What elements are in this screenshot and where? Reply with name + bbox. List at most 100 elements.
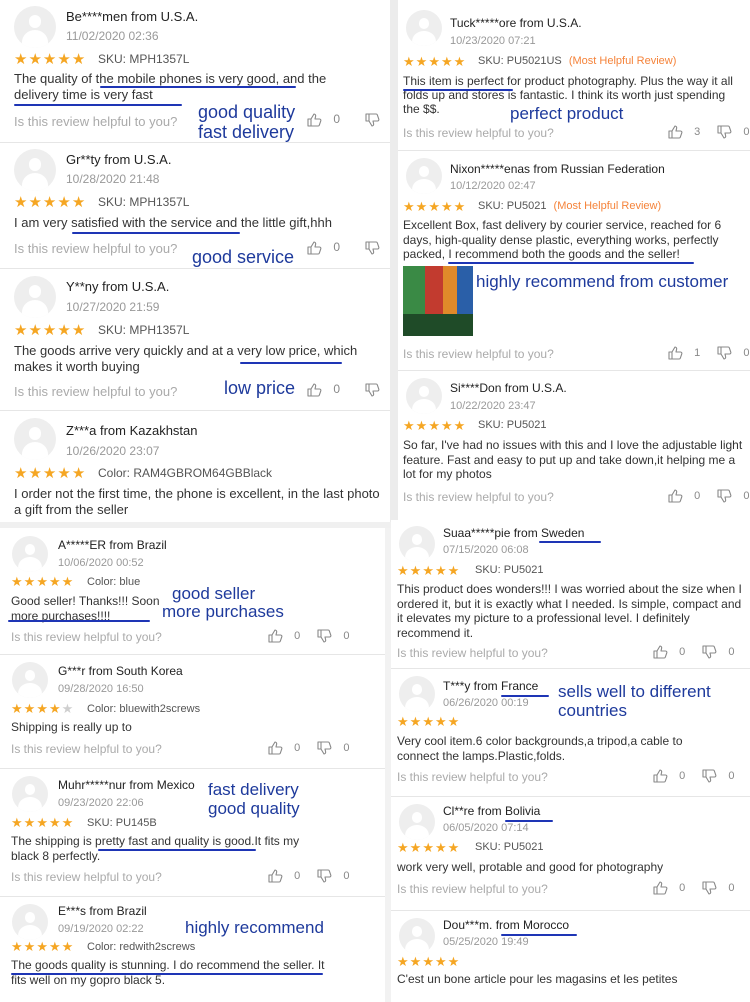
annotation: countries: [558, 701, 627, 720]
thumbs-up-icon[interactable]: [268, 869, 283, 883]
star-icon: ★: [42, 51, 58, 68]
review-text: work very well, protable and good for ph…: [397, 860, 664, 874]
thumbs-up-icon[interactable]: [653, 769, 668, 783]
sku-label: Color: blue: [87, 576, 141, 588]
sku-label: SKU: PU145B: [87, 817, 157, 829]
thumbs-down-icon[interactable]: [702, 881, 717, 895]
helpful-votes: 0 0: [268, 629, 349, 643]
thumbs-down-icon[interactable]: [702, 769, 717, 783]
thumbs-up-icon[interactable]: [653, 645, 668, 659]
helpful-prompt: Is this review helpful to you?: [397, 646, 548, 660]
divider: [0, 654, 385, 655]
helpful-votes: 1 0: [668, 346, 749, 360]
star-icon: ★: [14, 51, 29, 68]
thumbs-up-icon[interactable]: [653, 881, 668, 895]
review-date: 10/28/2020 21:48: [66, 172, 160, 186]
thumbs-up-icon[interactable]: [268, 741, 283, 755]
star-icon: ★: [440, 199, 454, 214]
thumbs-down-icon[interactable]: [365, 113, 380, 127]
star-icon: ★: [428, 199, 441, 214]
thumbs-down-icon[interactable]: [365, 241, 380, 255]
star-icon: ★: [71, 465, 87, 482]
helpful-prompt: Is this review helpful to you?: [11, 630, 162, 644]
thumbs-up-icon[interactable]: [307, 383, 322, 397]
sku-label: SKU: MPH1357L: [98, 195, 190, 209]
thumbs-down-icon[interactable]: [365, 383, 380, 397]
thumbs-up-icon[interactable]: [668, 125, 683, 139]
review-date: 07/15/2020 06:08: [443, 544, 529, 556]
star-rating: ★★★★★: [397, 714, 460, 730]
divider: [398, 370, 750, 371]
reviewer-name: G***r from South Korea: [58, 664, 183, 678]
reviewer-name: Suaa*****pie from Sweden: [443, 526, 585, 540]
star-icon: ★: [428, 54, 441, 69]
avatar: [399, 526, 435, 562]
annotation: good seller: [172, 584, 256, 603]
sku-label: Color: RAM4GBROM64GBBlack: [98, 466, 273, 480]
thumbs-down-count: 0: [743, 489, 750, 502]
star-rating: ★★★★★: [403, 418, 466, 434]
star-icon: ★: [409, 563, 423, 578]
thumbs-down-icon[interactable]: [317, 741, 332, 755]
star-icon: ★: [48, 939, 62, 954]
star-rating: ★★★★★: [14, 193, 86, 211]
thumbs-down-icon[interactable]: [717, 346, 732, 360]
star-icon: ★: [36, 701, 49, 716]
review-card: Y**ny from U.S.A. 10/27/2020 21:59 ★★★★★…: [0, 270, 390, 410]
star-icon: ★: [403, 54, 416, 69]
thumbs-up-icon[interactable]: [668, 489, 683, 503]
review-card: Be****men from U.S.A. 11/02/2020 02:36 ★…: [0, 0, 390, 142]
thumbs-down-count: 0: [743, 125, 750, 138]
thumbs-up-count: 0: [333, 240, 341, 254]
star-rating: ★★★★★: [14, 50, 86, 68]
review-card: Z***a from Kazakhstan 10/26/2020 23:07 ★…: [0, 412, 390, 522]
sku-label: SKU: PU5021: [475, 564, 544, 576]
helpful-votes: 0 0: [668, 489, 749, 503]
annotation: highly recommend: [185, 918, 324, 937]
thumbs-down-icon[interactable]: [317, 629, 332, 643]
star-icon: ★: [422, 954, 435, 969]
star-rating: ★★★★★: [397, 840, 460, 856]
sku-label: SKU: MPH1357L: [98, 52, 190, 66]
star-icon: ★: [403, 199, 416, 214]
panel-separator: [390, 0, 398, 522]
most-helpful-badge: (Most Helpful Review): [553, 200, 662, 212]
star-icon: ★: [434, 954, 448, 969]
star-rating: ★★★★★: [11, 939, 74, 955]
helpful-prompt: Is this review helpful to you?: [403, 490, 554, 504]
thumbs-up-count: 0: [679, 881, 686, 894]
star-icon: ★: [57, 194, 72, 211]
highlight-underline: [501, 934, 577, 936]
helpful-prompt: Is this review helpful to you?: [11, 870, 162, 884]
star-icon: ★: [23, 815, 37, 830]
thumbs-up-icon[interactable]: [307, 113, 322, 127]
thumbs-down-icon[interactable]: [317, 869, 332, 883]
reviewer-name: Gr**ty from U.S.A.: [66, 152, 172, 167]
star-icon: ★: [61, 574, 75, 589]
reviewer-name: Nixon*****enas from Russian Federation: [450, 162, 665, 176]
thumbs-down-icon[interactable]: [717, 489, 732, 503]
star-icon: ★: [434, 840, 448, 855]
review-photo[interactable]: [403, 266, 473, 336]
annotation: perfect product: [510, 104, 624, 123]
star-icon: ★: [14, 465, 29, 482]
thumbs-up-icon[interactable]: [268, 629, 283, 643]
thumbs-down-icon[interactable]: [702, 645, 717, 659]
reviewer-name: Si****Don from U.S.A.: [450, 381, 567, 395]
sku-label: SKU: PU5021 (Most Helpful Review): [478, 200, 661, 212]
divider: [0, 268, 390, 269]
annotation: highly recommend from customer: [476, 272, 729, 291]
thumbs-down-icon[interactable]: [717, 125, 732, 139]
sku-label: Color: bluewith2screws: [87, 703, 201, 715]
star-icon: ★: [57, 465, 72, 482]
star-icon: ★: [422, 714, 435, 729]
thumbs-down-count: 0: [743, 346, 750, 359]
star-icon: ★: [11, 574, 24, 589]
thumbs-up-icon[interactable]: [307, 241, 322, 255]
thumbs-up-icon[interactable]: [668, 346, 683, 360]
thumbs-up-count: 0: [294, 869, 301, 882]
review-date: 09/23/2020 22:06: [58, 797, 144, 809]
helpful-prompt: Is this review helpful to you?: [14, 241, 178, 256]
star-icon: ★: [28, 322, 43, 339]
thumbs-up-count: 0: [679, 769, 686, 782]
